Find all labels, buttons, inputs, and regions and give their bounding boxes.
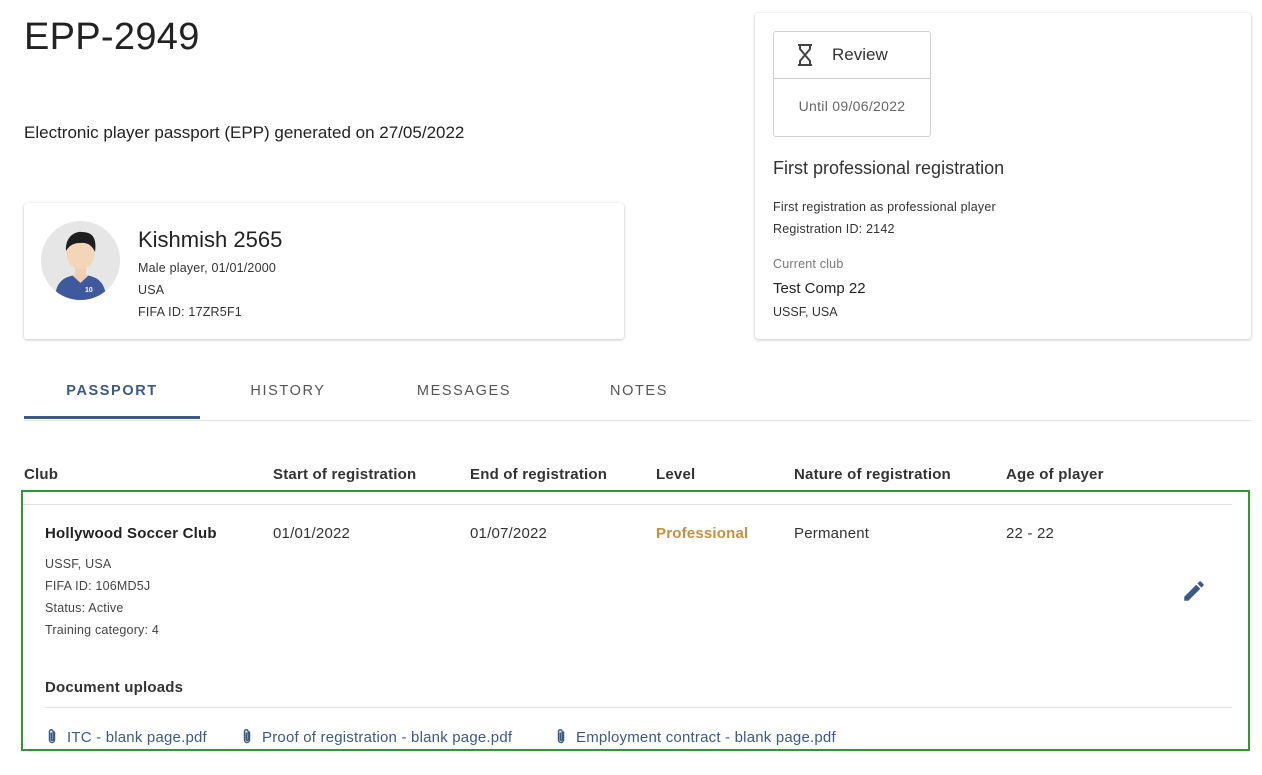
document-link-label: Employment contract - blank page.pdf [576, 729, 836, 746]
status-label: Review [832, 45, 888, 64]
paperclip-icon [243, 728, 251, 744]
jersey-number: 10 [85, 287, 93, 294]
row-club-country: USSF, USA [45, 557, 112, 571]
paperclip-icon [48, 728, 56, 744]
status-until: Until 09/06/2022 [798, 98, 906, 114]
player-card: 10 Kishmish 2565 Male player, 01/01/2000… [24, 203, 624, 339]
document-link-itc[interactable]: ITC - blank page.pdf [47, 728, 207, 746]
tab-notes[interactable]: NOTES [551, 364, 727, 418]
epp-page: EPP-2949 Electronic player passport (EPP… [0, 0, 1262, 775]
pencil-icon [1184, 581, 1204, 601]
row-nature: Permanent [794, 525, 870, 542]
edit-registration-button[interactable] [1181, 578, 1207, 604]
row-start-date: 01/01/2022 [273, 525, 351, 542]
document-link-employment-contract[interactable]: Employment contract - blank page.pdf [556, 728, 836, 746]
hourglass-icon [798, 44, 812, 66]
row-end-date: 01/07/2022 [470, 525, 548, 542]
row-club-fifa-id: FIFA ID: 106MD5J [45, 579, 151, 593]
document-link-label: ITC - blank page.pdf [67, 729, 207, 746]
document-link-proof-of-registration[interactable]: Proof of registration - blank page.pdf [242, 728, 512, 746]
table-row: Hollywood Soccer Club 01/01/2022 01/07/2… [21, 490, 1250, 751]
tab-passport[interactable]: PASSPORT [24, 364, 200, 418]
page-title: EPP-2949 [24, 16, 200, 58]
paperclip-icon [557, 728, 565, 744]
document-link-label: Proof of registration - blank page.pdf [262, 729, 513, 746]
tab-bar: PASSPORT HISTORY MESSAGES NOTES [24, 364, 1251, 421]
player-avatar-icon: 10 [41, 221, 120, 300]
player-avatar: 10 [41, 221, 120, 300]
page-subtitle: Electronic player passport (EPP) generat… [24, 123, 465, 142]
active-tab-indicator [24, 416, 200, 419]
tab-history[interactable]: HISTORY [200, 364, 376, 418]
column-header-club: Club [24, 466, 59, 483]
row-age: 22 - 22 [1006, 525, 1055, 542]
row-club-name: Hollywood Soccer Club [45, 525, 217, 542]
column-header-age: Age of player [1006, 466, 1104, 483]
row-divider [23, 504, 1232, 505]
current-club-name: Test Comp 22 [773, 280, 866, 297]
player-details: Male player, 01/01/2000 [138, 261, 277, 275]
row-training-category: Training category: 4 [45, 623, 160, 637]
player-name: Kishmish 2565 [138, 227, 283, 252]
status-box: Review Until 09/06/2022 [773, 31, 931, 137]
document-uploads-heading: Document uploads [45, 679, 184, 696]
player-country: USA [138, 283, 165, 297]
column-header-nature: Nature of registration [794, 466, 951, 483]
tab-messages[interactable]: MESSAGES [376, 364, 552, 418]
row-club-status: Status: Active [45, 601, 124, 615]
registration-id: Registration ID: 2142 [773, 222, 895, 236]
player-fifa-id: FIFA ID: 17ZR5F1 [138, 305, 242, 319]
document-divider [45, 707, 1232, 708]
column-header-end: End of registration [470, 466, 608, 483]
registration-title: First professional registration [773, 158, 1005, 178]
column-header-level: Level [656, 466, 696, 483]
current-club-caption: Current club [773, 257, 844, 271]
registration-description: First registration as professional playe… [773, 200, 996, 214]
column-header-start: Start of registration [273, 466, 417, 483]
current-club-country: USSF, USA [773, 305, 838, 319]
status-card: Review Until 09/06/2022 First profession… [755, 13, 1251, 339]
row-level: Professional [656, 525, 749, 542]
